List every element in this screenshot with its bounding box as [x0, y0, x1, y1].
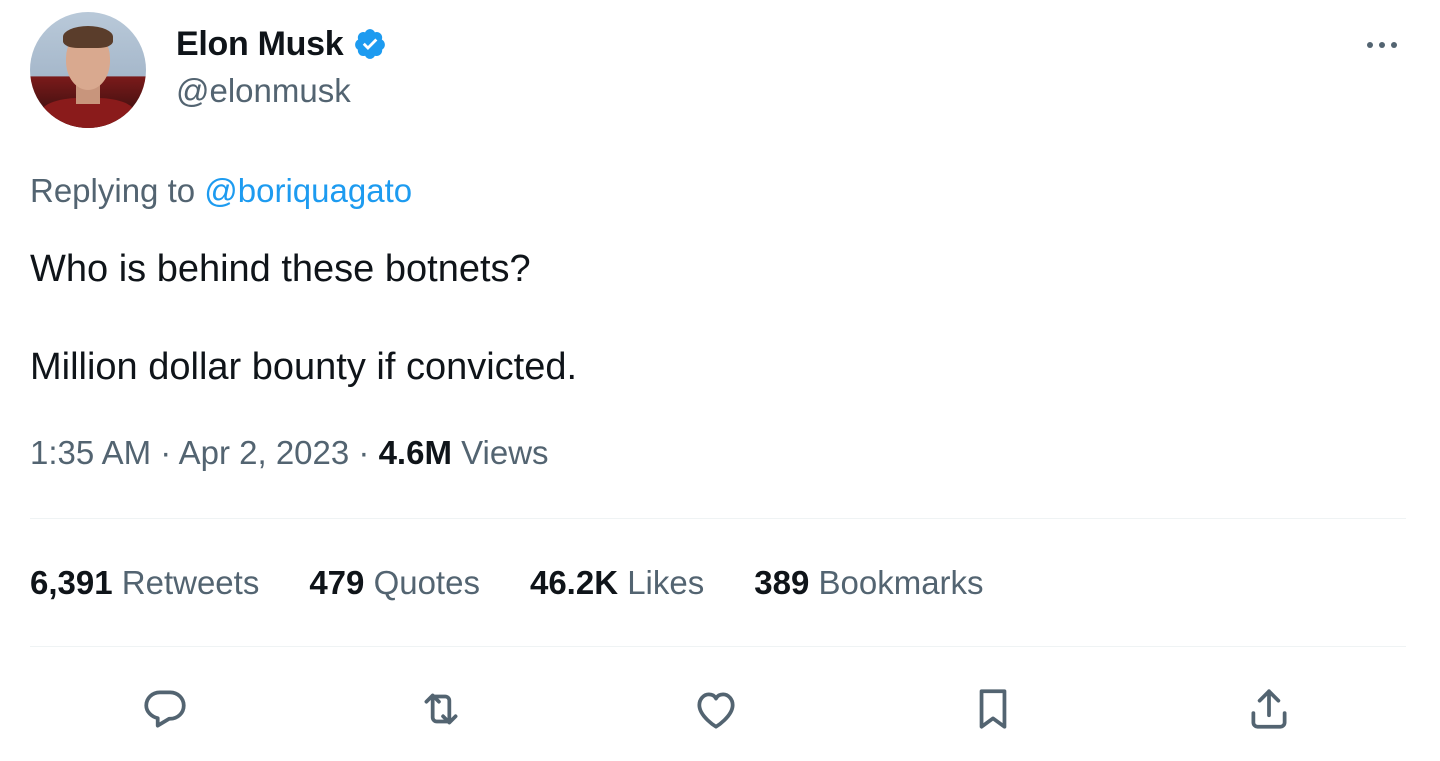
tweet: Elon Musk @elonmusk Replying to @boriqua…: [0, 0, 1440, 761]
retweet-button[interactable]: [416, 684, 466, 734]
retweet-icon: [424, 693, 458, 725]
author-name[interactable]: Elon Musk: [176, 25, 344, 64]
quotes-label: Quotes: [373, 564, 480, 601]
divider: [30, 646, 1406, 647]
tweet-meta: 1:35 AM · Apr 2, 2023 · 4.6M Views: [30, 434, 549, 472]
divider: [30, 518, 1406, 519]
engagement-stats: 6,391 Retweets 479 Quotes 46.2K Likes 38…: [30, 564, 1034, 602]
like-button[interactable]: [691, 684, 741, 734]
bookmark-button[interactable]: [968, 684, 1018, 734]
meta-separator: ·: [160, 434, 172, 471]
author-name-row: Elon Musk: [176, 24, 387, 64]
likes-count: 46.2K: [529, 564, 619, 601]
retweets-count: 6,391: [30, 564, 113, 601]
bookmark-icon: [979, 689, 1007, 729]
avatar-hair: [63, 26, 113, 48]
quotes-stat[interactable]: 479 Quotes: [309, 564, 480, 602]
bookmarks-label: Bookmarks: [818, 564, 984, 601]
author-handle[interactable]: @elonmusk: [176, 72, 351, 110]
views-label: Views: [461, 434, 549, 471]
reply-icon: [144, 690, 186, 728]
tweet-text-line-1: Who is behind these botnets?: [30, 248, 531, 290]
likes-stat[interactable]: 46.2K Likes: [530, 564, 704, 602]
tweet-date[interactable]: Apr 2, 2023: [179, 434, 350, 471]
avatar[interactable]: [30, 12, 146, 128]
meta-separator: ·: [358, 434, 370, 471]
retweets-stat[interactable]: 6,391 Retweets: [30, 564, 259, 602]
likes-label: Likes: [627, 564, 705, 601]
tweet-time[interactable]: 1:35 AM: [30, 434, 151, 471]
replying-to-label: Replying to: [30, 172, 196, 209]
share-icon: [1251, 689, 1287, 729]
share-button[interactable]: [1244, 684, 1294, 734]
views-count: 4.6M: [378, 434, 452, 471]
reply-button[interactable]: [140, 684, 190, 734]
replying-to: Replying to @boriquagato: [30, 172, 412, 210]
quotes-count: 479: [309, 564, 365, 601]
retweets-label: Retweets: [121, 564, 260, 601]
more-options-icon[interactable]: [1362, 30, 1402, 60]
like-icon: [697, 692, 735, 729]
bookmarks-count: 389: [754, 564, 810, 601]
tweet-text-line-2: Million dollar bounty if convicted.: [30, 346, 578, 388]
verified-badge-icon: [355, 29, 386, 59]
reply-mention-link[interactable]: @boriquagato: [204, 172, 412, 209]
bookmarks-stat[interactable]: 389 Bookmarks: [754, 564, 983, 602]
